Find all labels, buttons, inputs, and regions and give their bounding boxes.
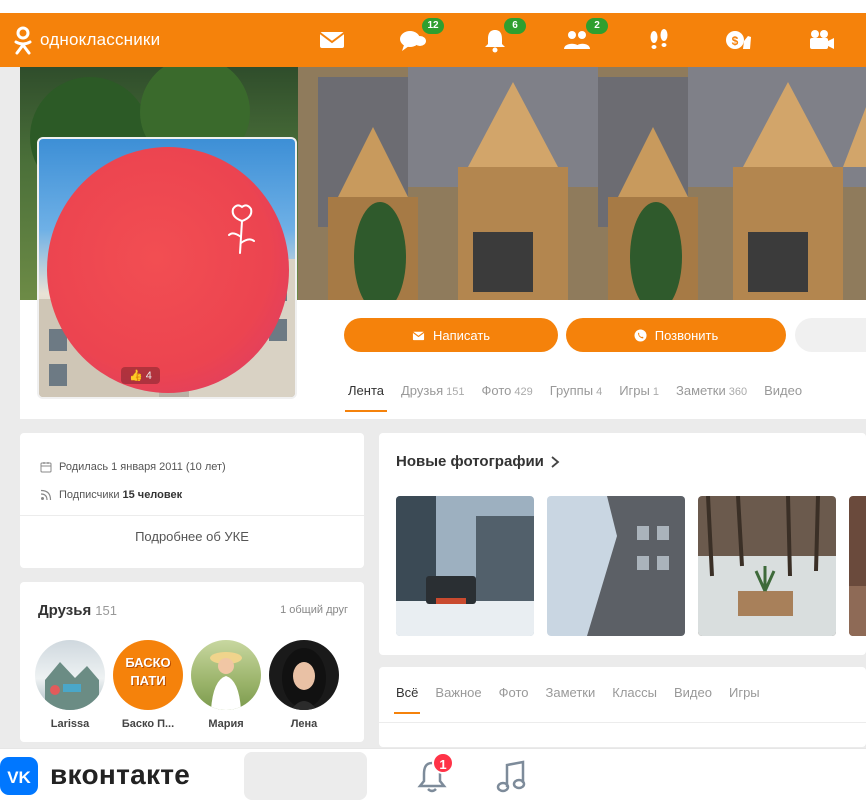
profile-tabs: Лента Друзья 151 Фото 429 Группы 4 Игры 1 За…: [345, 383, 819, 412]
vk-music-button[interactable]: [494, 759, 528, 795]
feed-tab-all[interactable]: Всё: [393, 685, 421, 714]
photo-thumbnail[interactable]: [547, 496, 685, 636]
avatar-red-circle: [47, 147, 289, 393]
svg-text:$: $: [732, 34, 739, 48]
photo-thumbnail[interactable]: [396, 496, 534, 636]
tab-notes[interactable]: Заметки 360: [676, 383, 747, 398]
avatar-likes[interactable]: 👍 4: [121, 367, 160, 384]
phone-icon: [634, 328, 647, 342]
friend-status-button[interactable]: [795, 318, 866, 352]
svg-text:VK: VK: [7, 768, 31, 787]
write-button[interactable]: Написать: [344, 318, 558, 352]
vk-logo-icon: VK: [7, 768, 31, 787]
avatar: [35, 640, 105, 710]
vk-logo[interactable]: VK: [0, 757, 38, 795]
footprints-icon: [650, 29, 668, 49]
like-icon: 👍: [129, 370, 143, 382]
friend-name: Лена: [290, 718, 318, 730]
rss-icon: [40, 489, 52, 501]
feed-tabs: Всё Важное Фото Заметки Классы Видео Игр…: [393, 685, 777, 714]
vk-brand-name: вконтакте: [50, 759, 191, 790]
friend-name: Мария: [208, 718, 244, 730]
ok-header-bar: одноклассники 12 6 2 $: [0, 13, 866, 67]
cover-playground: [298, 67, 866, 300]
feed-tab-notes[interactable]: Заметки: [546, 685, 596, 700]
video-camera-icon: [810, 30, 834, 49]
tab-groups[interactable]: Группы 4: [550, 383, 602, 398]
more-about-link[interactable]: Подробнее об УКЕ: [20, 529, 364, 544]
friends-card: Друзья 151 1 общий друг Larissa БАСКО ПАТ…: [20, 582, 364, 742]
basko-avatar-text: БАСКО ПАТИ: [125, 655, 171, 688]
divider: [20, 515, 364, 516]
vk-notifications-badge: 1: [432, 752, 454, 774]
mail-icon: [319, 32, 345, 48]
call-button[interactable]: Позвонить: [566, 318, 786, 352]
feed-tab-video[interactable]: Видео: [674, 685, 712, 700]
notifications-badge: 6: [504, 18, 526, 34]
feed-card: Всё Важное Фото Заметки Классы Видео Игр…: [379, 667, 866, 747]
write-button-label: Написать: [432, 327, 491, 343]
birth-text: Родилась 1 января 2011 (10 лет): [59, 461, 226, 473]
subscribers-row[interactable]: Подписчики 15 человек: [40, 489, 182, 501]
nav-guests[interactable]: [644, 27, 674, 53]
ok-logo-icon: [14, 26, 32, 55]
tab-feed[interactable]: Лента: [345, 383, 387, 412]
profile-avatar[interactable]: 👍 4: [37, 137, 297, 399]
friend-item[interactable]: Мария: [190, 640, 262, 730]
friend-item[interactable]: Larissa: [34, 640, 106, 730]
friends-title[interactable]: Друзья 151: [38, 602, 117, 619]
ok-brand-name: одноклассники: [40, 30, 161, 49]
avatar: [191, 640, 261, 710]
music-icon: [496, 760, 526, 793]
common-friends-link[interactable]: 1 общий друг: [280, 604, 348, 616]
new-photos-title[interactable]: Новые фотографии: [396, 453, 560, 470]
feed-tab-games[interactable]: Игры: [729, 685, 760, 700]
nav-discussions[interactable]: 12: [398, 18, 444, 53]
nav-messages[interactable]: [317, 27, 347, 53]
screen: одноклассники 12 6 2 $ Написать Позвонит…: [0, 0, 866, 809]
nav-notifications[interactable]: 6: [480, 18, 526, 53]
nav-video[interactable]: [806, 27, 836, 53]
avatar: [269, 640, 339, 710]
vk-header-bar: VK вконтакте 1: [0, 748, 866, 809]
mail-icon: [412, 331, 425, 340]
tab-photos[interactable]: Фото 429: [482, 383, 533, 398]
feed-tab-important[interactable]: Важное: [435, 685, 481, 700]
nav-friends[interactable]: 2: [562, 18, 608, 53]
nav-events[interactable]: $: [724, 27, 754, 53]
tab-games[interactable]: Игры 1: [619, 383, 659, 398]
tab-friends[interactable]: Друзья 151: [401, 383, 465, 398]
about-card: Родилась 1 января 2011 (10 лет) Подписчи…: [20, 433, 364, 568]
money-like-icon: $: [726, 31, 751, 49]
friend-item[interactable]: БАСКО ПАТИ Баско П...: [112, 640, 184, 730]
birth-row: Родилась 1 января 2011 (10 лет): [40, 461, 226, 473]
subscribers-value: 15 человек: [122, 489, 183, 501]
tab-video[interactable]: Видео: [764, 383, 802, 398]
new-photos-card: Новые фотографии: [379, 433, 866, 655]
photo-thumbnail[interactable]: [698, 496, 836, 636]
feed-tab-classes[interactable]: Классы: [612, 685, 657, 700]
rose-icon: [228, 204, 255, 254]
discussions-badge: 12: [422, 18, 444, 34]
friend-item[interactable]: Лена: [268, 640, 340, 730]
friends-count: 151: [95, 603, 117, 618]
call-button-label: Позвонить: [654, 327, 719, 343]
window-top-strip: [0, 0, 866, 13]
chevron-right-icon: [551, 455, 560, 468]
vk-search-input[interactable]: [244, 752, 367, 800]
friends-badge: 2: [586, 18, 608, 34]
feed-tab-photo[interactable]: Фото: [499, 685, 529, 700]
avatar: БАСКО ПАТИ: [113, 640, 183, 710]
ok-logo[interactable]: одноклассники: [12, 25, 160, 55]
friend-name: Larissa: [50, 718, 90, 730]
subscribers-label: Подписчики: [59, 489, 120, 501]
photo-thumbnail[interactable]: [849, 496, 866, 636]
friend-name: Баско П...: [121, 718, 175, 730]
divider: [379, 722, 866, 723]
calendar-icon: [40, 462, 52, 473]
